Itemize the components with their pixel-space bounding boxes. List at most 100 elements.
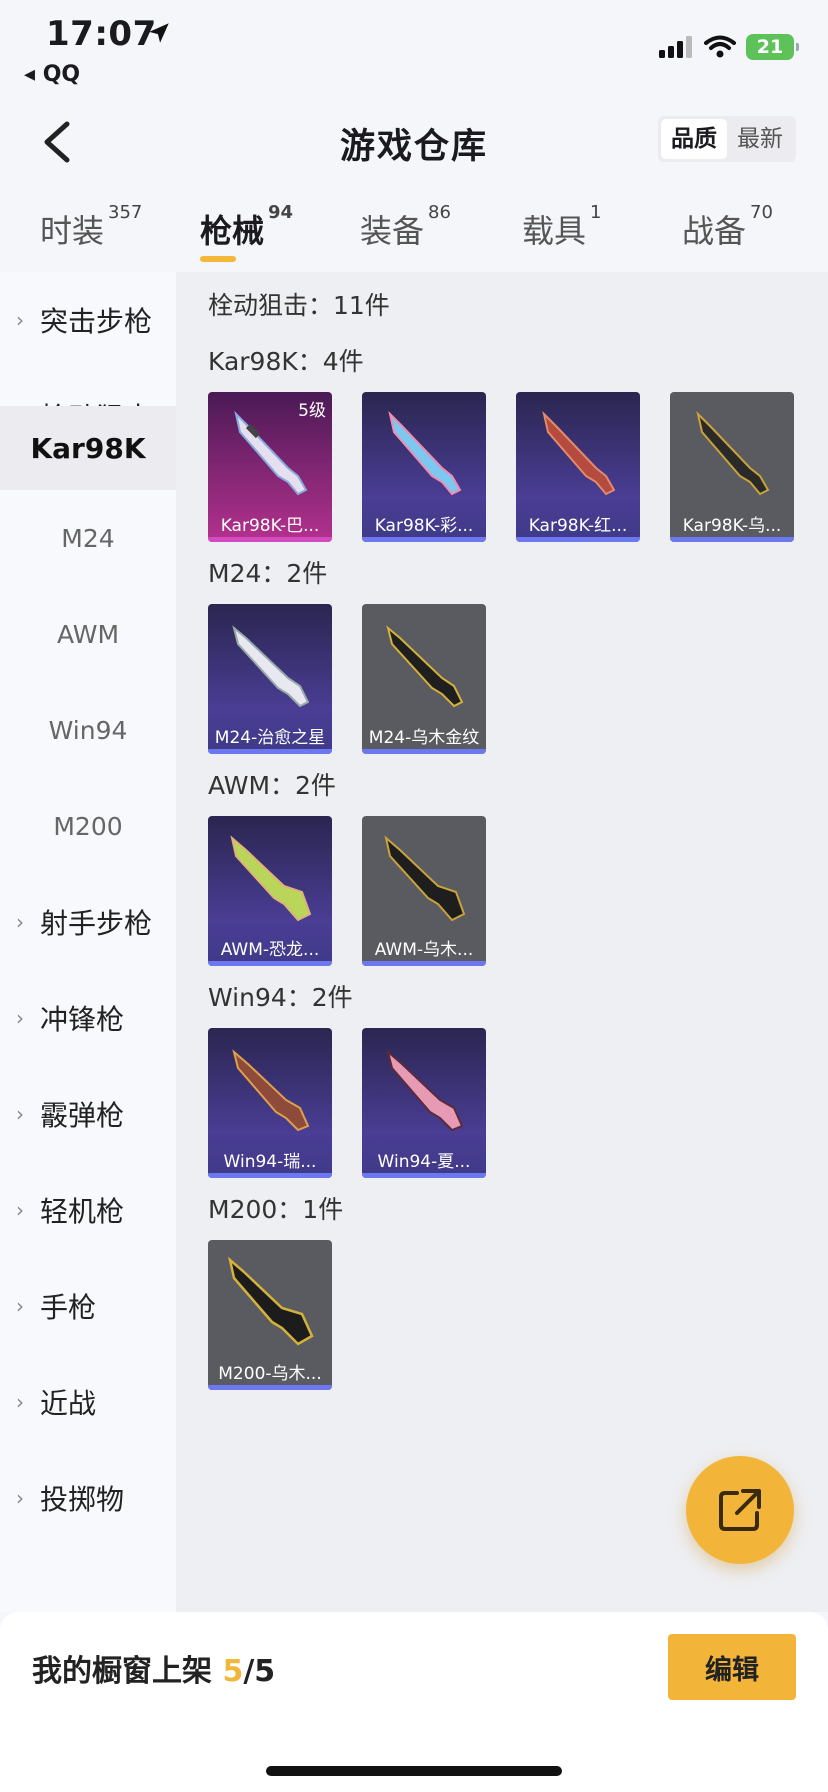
tab-count: 86 [428,202,451,223]
edit-button[interactable]: 编辑 [668,1634,796,1700]
back-to-app-link[interactable]: ◂ QQ [24,62,80,87]
tab-vehicles[interactable]: 载具 1 [522,202,601,252]
chevron-right-icon: › [16,1486,24,1510]
tab-equipment[interactable]: 装备 86 [360,202,451,252]
sort-newest-option[interactable]: 最新 [727,119,793,159]
rarity-stripe [362,961,486,966]
tab-label: 装备 [360,212,425,250]
item-name: Win94-瑞... [223,1152,317,1172]
sidebar-item-label: 霰弹枪 [40,1099,125,1132]
group-title: M200：1件 [208,1195,344,1224]
item-name: AWM-乌木... [374,940,474,960]
item-card[interactable]: 5级 Kar98K-巴... [208,392,332,542]
tab-count: 1 [590,202,602,223]
sidebar-item-melee[interactable]: › 近战 [0,1354,176,1450]
sidebar-item-label: 轻机枪 [40,1195,125,1228]
sidebar-item-m200[interactable]: M200 [0,778,176,874]
rifle-icon [542,410,616,496]
item-name: Kar98K-彩... [374,516,474,536]
rifle-icon [696,410,770,496]
rifle-icon [388,410,462,496]
category-summary: 栓动狙击：11件 [208,291,390,320]
weapon-type-sidebar: ›突击步枪 ⌄栓动狙击 Kar98K M24 AWM Win94 M200 ›射… [0,272,176,1612]
item-card[interactable]: M24-治愈之星 [208,604,332,754]
sidebar-item-shotgun[interactable]: › 霰弹枪 [0,1066,176,1162]
item-name: Kar98K-红... [528,516,628,536]
rifle-icon [227,1256,314,1346]
rarity-stripe [516,537,640,542]
rifle-icon [232,1049,310,1132]
tab-skins[interactable]: 时装 357 [40,202,142,252]
item-card[interactable]: Win94-夏... [362,1028,486,1178]
sidebar-item-label: M24 [61,523,115,553]
home-indicator [266,1766,562,1776]
item-card[interactable]: AWM-恐龙... [208,816,332,966]
chevron-right-icon: › [16,910,24,934]
group-title: M24：2件 [208,559,328,588]
battery-indicator: 21 [746,34,799,60]
item-card[interactable]: M24-乌木金纹 [362,604,486,754]
rifle-icon [386,625,464,708]
sidebar-item-smg[interactable]: › 冲锋枪 [0,970,176,1066]
rarity-stripe [362,749,486,754]
item-card[interactable]: Kar98K-乌... [670,392,794,542]
sidebar-item-assault-rifle[interactable]: › 突击步枪 [0,272,176,368]
item-card[interactable]: Win94-瑞... [208,1028,332,1178]
tab-count: 94 [268,202,294,223]
chevron-right-icon: › [16,1102,24,1126]
back-app-label: QQ [42,62,81,87]
rifle-icon [232,625,310,708]
sidebar-item-label: 手枪 [40,1291,97,1324]
sidebar-item-win94[interactable]: Win94 [0,682,176,778]
chevron-right-icon: › [16,308,24,332]
item-card[interactable]: M200-乌木... [208,1240,332,1390]
item-name: Kar98K-乌... [682,516,782,536]
sidebar-item-label: M200 [53,811,123,841]
tab-supplies[interactable]: 战备 70 [682,202,773,252]
sidebar-item-kar98k[interactable]: Kar98K [0,406,176,490]
sidebar-item-marksman-rifle[interactable]: › 射手步枪 [0,874,176,970]
sidebar-item-label: 投掷物 [40,1483,125,1516]
sidebar-item-lmg[interactable]: › 轻机枪 [0,1162,176,1258]
sidebar-item-throwable[interactable]: › 投掷物 [0,1450,176,1546]
share-button[interactable] [686,1456,794,1564]
group-title: Win94：2件 [208,983,353,1012]
battery-level: 21 [756,36,784,58]
rifle-icon [230,835,312,922]
rifle-icon [384,835,466,922]
header: 游戏仓库 品质 最新 [0,96,828,186]
tab-label: 枪械 [200,212,265,250]
rarity-stripe [362,1173,486,1178]
sidebar-item-label: AWM [56,619,120,649]
item-name: M200-乌木... [218,1364,322,1384]
tab-count: 357 [108,202,143,223]
location-arrow-icon [149,23,169,43]
item-name: AWM-恐龙... [220,940,320,960]
group-title: Kar98K：4件 [208,347,364,376]
tab-label: 战备 [682,212,747,250]
tab-guns[interactable]: 枪械 94 [200,202,293,252]
sidebar-item-label: 近战 [40,1387,97,1420]
showcase-current-count: 5 [222,1654,244,1689]
sidebar-item-pistol[interactable]: › 手枪 [0,1258,176,1354]
sort-quality-option[interactable]: 品质 [661,119,727,159]
chevron-right-icon: › [16,1390,24,1414]
category-tabs: 时装 357 枪械 94 装备 86 载具 1 战备 70 [0,196,828,270]
rarity-stripe [208,961,332,966]
item-card[interactable]: Kar98K-彩... [362,392,486,542]
cellular-signal-icon [659,36,692,58]
group-title: AWM：2件 [208,771,336,800]
sidebar-item-awm[interactable]: AWM [0,586,176,682]
status-bar: 17:07 ◂ QQ 21 [0,0,828,96]
wifi-icon [704,35,736,58]
sidebar-item-m24[interactable]: M24 [0,490,176,586]
showcase-label: 我的橱窗上架 [32,1654,212,1689]
item-card[interactable]: Kar98K-红... [516,392,640,542]
bottom-bar: 我的橱窗上架 5/5 编辑 [0,1612,828,1792]
rarity-stripe [670,537,794,542]
tab-label: 时装 [40,212,105,250]
item-name: Kar98K-巴... [220,516,320,536]
item-card[interactable]: AWM-乌木... [362,816,486,966]
sidebar-item-label: Kar98K [30,431,146,465]
item-name: M24-治愈之星 [214,728,326,748]
